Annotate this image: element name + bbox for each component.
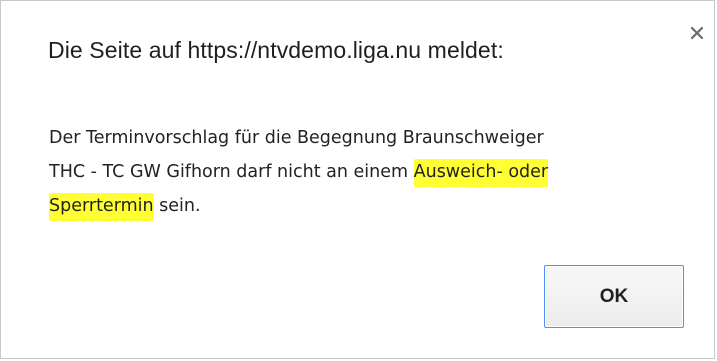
message-line-1: Der Terminvorschlag für die Begegnung Br… [49, 128, 544, 148]
dialog-message: Der Terminvorschlag für die Begegnung Br… [49, 121, 689, 223]
highlighted-text-ausweich: Ausweich- oder [413, 159, 549, 187]
highlighted-text-sperrtermin: Sperrtermin [49, 193, 154, 221]
ok-button[interactable]: OK [544, 265, 684, 328]
message-line-3: Sperrtermin sein. [49, 189, 689, 223]
dialog-title: Die Seite auf https://ntvdemo.liga.nu me… [48, 37, 504, 63]
alert-dialog: Die Seite auf https://ntvdemo.liga.nu me… [0, 0, 715, 359]
message-line-2-text: THC - TC GW Gifhorn darf nicht an einem [49, 162, 414, 182]
message-line-2: THC - TC GW Gifhorn darf nicht an einem … [49, 155, 689, 189]
close-icon[interactable] [689, 25, 705, 41]
message-line-3-text: sein. [153, 196, 201, 216]
